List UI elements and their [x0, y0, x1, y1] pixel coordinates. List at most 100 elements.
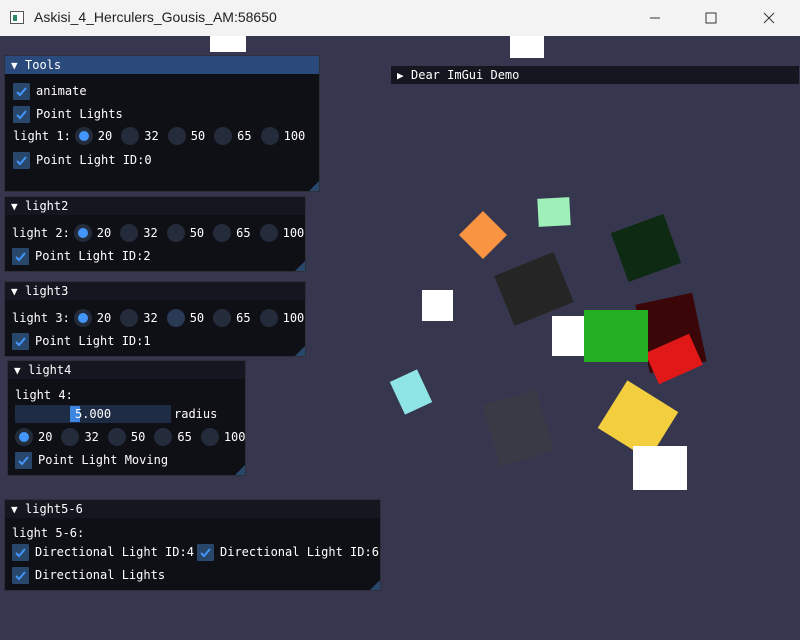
light4-radio-32[interactable] [61, 428, 80, 446]
light2-id-checkbox-row[interactable]: Point Light ID:2 [12, 246, 151, 266]
collapse-arrow-icon: ▼ [11, 285, 18, 298]
animate-checkbox[interactable] [13, 82, 30, 100]
radio-label: 100 [223, 430, 246, 444]
tools-header[interactable]: ▼ Tools [5, 56, 319, 74]
window-titlebar: Askisi_4_Herculers_Gousis_AM:58650 [0, 0, 800, 36]
collapse-arrow-icon: ▼ [14, 364, 21, 377]
light1-radio-100[interactable] [260, 127, 279, 145]
light56-header[interactable]: ▼ light5-6 [5, 500, 380, 518]
close-button[interactable] [740, 0, 798, 36]
radio-label: 100 [283, 129, 306, 143]
directional-light-id6-checkbox[interactable] [197, 543, 214, 561]
resize-grip[interactable] [295, 261, 305, 271]
light4-radio-50[interactable] [107, 428, 126, 446]
light1-radio-32[interactable] [121, 127, 140, 145]
demo-window-header[interactable]: ▶ Dear ImGui Demo [391, 66, 799, 84]
radio-label: 65 [236, 311, 251, 325]
light2-window[interactable]: ▼ light2 light 2: 20 32 50 65 100 Point L… [4, 196, 306, 272]
light1-id-checkbox-row[interactable]: Point Light ID:0 [13, 150, 152, 170]
light1-label: light 1: [13, 129, 71, 143]
radio-label: 65 [237, 129, 252, 143]
maximize-icon [705, 12, 717, 24]
light3-radio-row: light 3: 20 32 50 65 100 [12, 308, 313, 328]
point-light-id2-label: Point Light ID:2 [35, 249, 151, 263]
light3-header[interactable]: ▼ light3 [5, 282, 305, 300]
scene-cube [584, 310, 648, 362]
radio-label: 32 [143, 311, 158, 325]
light1-radio-50[interactable] [167, 127, 186, 145]
light56-label-row: light 5-6: [12, 523, 84, 543]
light4-title: light4 [28, 363, 72, 377]
light2-radio-100[interactable] [259, 224, 278, 242]
check-icon [16, 155, 27, 165]
resize-grip[interactable] [235, 465, 245, 475]
radio-label: 65 [177, 430, 192, 444]
radius-label: radius [174, 407, 218, 421]
light56-window[interactable]: ▼ light5-6 light 5-6: Directional Light I… [4, 499, 381, 591]
resize-grip[interactable] [370, 580, 380, 590]
check-icon [15, 547, 26, 557]
light4-radio-20[interactable] [15, 428, 33, 446]
light3-radio-32[interactable] [120, 309, 139, 327]
light2-header[interactable]: ▼ light2 [5, 197, 305, 215]
dir4-checkbox-row[interactable]: Directional Light ID:4 [12, 542, 194, 562]
light2-radio-20[interactable] [73, 224, 92, 242]
app-icon [10, 11, 24, 24]
light3-window[interactable]: ▼ light3 light 3: 20 32 50 65 100 Point L… [4, 281, 306, 357]
scene-cube [422, 290, 453, 321]
window-title: Askisi_4_Herculers_Gousis_AM:58650 [34, 9, 277, 25]
resize-grip[interactable] [295, 346, 305, 356]
radius-slider[interactable]: 5.000 [15, 405, 171, 423]
point-light-moving-label: Point Light Moving [38, 453, 169, 467]
point-light-id0-checkbox[interactable] [13, 151, 30, 169]
dir-lights-checkbox-row[interactable]: Directional Lights [12, 565, 165, 585]
directional-light-id4-checkbox[interactable] [12, 543, 29, 561]
light3-radio-20[interactable] [73, 309, 92, 327]
light2-radio-32[interactable] [120, 224, 139, 242]
radio-label: 65 [236, 226, 251, 240]
light56-label: light 5-6: [12, 526, 85, 540]
check-icon [15, 570, 26, 580]
light3-id-checkbox-row[interactable]: Point Light ID:1 [12, 331, 151, 351]
scene-cube [610, 213, 682, 283]
tools-window[interactable]: ▼ Tools animate Point Lights light 1: 20 … [4, 55, 320, 192]
check-icon [15, 251, 26, 261]
radius-label-row: radius [174, 404, 217, 424]
dir6-checkbox-row[interactable]: Directional Light ID:6 [197, 542, 379, 562]
light2-label: light 2: [12, 226, 70, 240]
light2-radio-50[interactable] [166, 224, 185, 242]
radio-label: 20 [97, 129, 113, 143]
collapse-arrow-icon: ▼ [11, 200, 18, 213]
demo-window[interactable]: ▶ Dear ImGui Demo [391, 66, 799, 84]
resize-grip[interactable] [309, 181, 319, 191]
maximize-button[interactable] [682, 0, 740, 36]
point-light-id1-checkbox[interactable] [12, 332, 29, 350]
light2-radio-65[interactable] [213, 224, 232, 242]
point-light-id2-checkbox[interactable] [12, 247, 29, 265]
close-icon [763, 12, 775, 24]
directional-light-id4-label: Directional Light ID:4 [35, 545, 194, 559]
light1-radio-65[interactable] [214, 127, 233, 145]
light4-header[interactable]: ▼ light4 [8, 361, 245, 379]
scene-cube [552, 316, 586, 356]
light4-radio-100[interactable] [200, 428, 219, 446]
check-icon [16, 109, 27, 119]
radio-label: 32 [84, 430, 99, 444]
point-light-moving-checkbox[interactable] [15, 451, 32, 469]
light3-radio-65[interactable] [213, 309, 232, 327]
light3-radio-50[interactable] [166, 309, 185, 327]
light4-moving-checkbox-row[interactable]: Point Light Moving [15, 450, 168, 470]
point-lights-checkbox-row[interactable]: Point Lights [13, 104, 123, 124]
point-lights-checkbox[interactable] [13, 105, 30, 123]
light4-radio-65[interactable] [154, 428, 173, 446]
demo-window-title: Dear ImGui Demo [411, 68, 520, 82]
light4-window[interactable]: ▼ light4 light 4: 5.000 radius 20 32 50 6… [7, 360, 246, 476]
light1-radio-20[interactable] [74, 127, 93, 145]
light3-radio-100[interactable] [259, 309, 278, 327]
radio-label: 32 [144, 129, 159, 143]
directional-lights-checkbox[interactable] [12, 566, 29, 584]
animate-checkbox-row[interactable]: animate [13, 81, 87, 101]
minimize-button[interactable] [626, 0, 684, 36]
light4-label-row: light 4: [15, 385, 73, 405]
check-icon [15, 336, 26, 346]
